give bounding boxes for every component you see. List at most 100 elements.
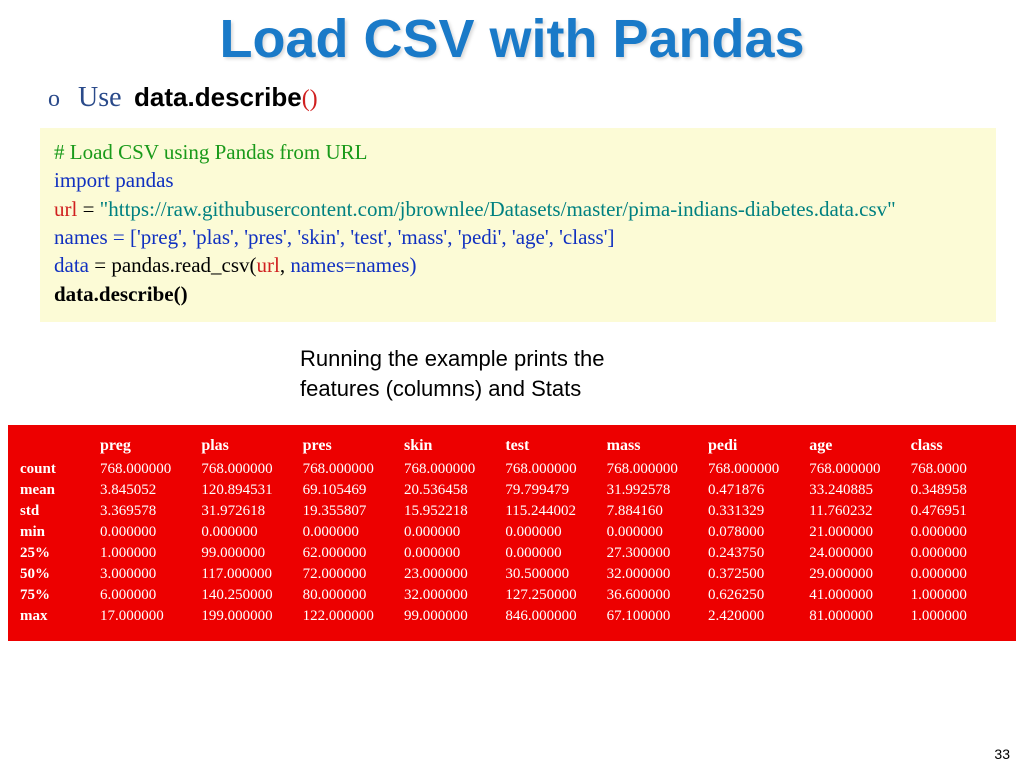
stat-cell: 69.105469 xyxy=(299,480,400,501)
stat-cell: 768.000000 xyxy=(805,459,906,480)
code-comma: , xyxy=(280,253,291,277)
stat-cell: 32.000000 xyxy=(603,564,704,585)
code-import-mod: pandas xyxy=(115,168,173,192)
row-label: 75% xyxy=(16,585,96,606)
stat-cell: 0.471876 xyxy=(704,480,805,501)
bullet-parens: () xyxy=(302,86,318,112)
stat-cell: 0.000000 xyxy=(400,522,501,543)
stat-cell: 768.000000 xyxy=(197,459,298,480)
code-eq1: = xyxy=(77,197,99,221)
table-row: max17.000000199.000000122.00000099.00000… xyxy=(16,606,1008,627)
stat-cell: 27.300000 xyxy=(603,543,704,564)
stat-cell: 0.348958 xyxy=(907,480,1008,501)
stat-cell: 0.078000 xyxy=(704,522,805,543)
code-describe: data.describe() xyxy=(54,282,188,306)
col-header: skin xyxy=(400,435,501,459)
caption-line1: Running the example prints the xyxy=(300,344,1024,374)
stats-table: preg plas pres skin test mass pedi age c… xyxy=(8,425,1016,641)
stat-cell: 2.420000 xyxy=(704,606,805,627)
stat-cell: 15.952218 xyxy=(400,501,501,522)
stat-cell: 81.000000 xyxy=(805,606,906,627)
stat-cell: 0.000000 xyxy=(501,543,602,564)
table-row: std3.36957831.97261819.35580715.95221811… xyxy=(16,501,1008,522)
stat-cell: 0.000000 xyxy=(907,564,1008,585)
stat-cell: 0.000000 xyxy=(197,522,298,543)
code-names-val: = ['preg', 'plas', 'pres', 'skin', 'test… xyxy=(108,225,615,249)
code-read-call: = pandas.read_csv( xyxy=(89,253,257,277)
stat-cell: 0.243750 xyxy=(704,543,805,564)
table-row: count768.000000768.000000768.000000768.0… xyxy=(16,459,1008,480)
stat-cell: 122.000000 xyxy=(299,606,400,627)
table-row: 50%3.000000117.00000072.00000023.0000003… xyxy=(16,564,1008,585)
stat-cell: 1.000000 xyxy=(96,543,197,564)
caption: Running the example prints the features … xyxy=(300,344,1024,403)
stat-cell: 0.000000 xyxy=(907,543,1008,564)
stat-cell: 3.000000 xyxy=(96,564,197,585)
col-header: plas xyxy=(197,435,298,459)
stat-cell: 0.331329 xyxy=(704,501,805,522)
stat-cell: 768.000000 xyxy=(299,459,400,480)
stat-cell: 36.600000 xyxy=(603,585,704,606)
bullet-use-word: Use xyxy=(78,82,122,113)
code-names-var: names xyxy=(54,225,108,249)
stat-cell: 21.000000 xyxy=(805,522,906,543)
stat-cell: 17.000000 xyxy=(96,606,197,627)
stat-cell: 99.000000 xyxy=(197,543,298,564)
stat-cell: 117.000000 xyxy=(197,564,298,585)
stat-cell: 19.355807 xyxy=(299,501,400,522)
stat-cell: 0.476951 xyxy=(907,501,1008,522)
stat-cell: 72.000000 xyxy=(299,564,400,585)
stat-cell: 768.000000 xyxy=(603,459,704,480)
code-import-kw: import xyxy=(54,168,110,192)
row-label: count xyxy=(16,459,96,480)
stat-cell: 768.0000 xyxy=(907,459,1008,480)
stat-cell: 62.000000 xyxy=(299,543,400,564)
stat-cell: 768.000000 xyxy=(501,459,602,480)
code-data-var: data xyxy=(54,253,89,277)
code-url-val: "https://raw.githubusercontent.com/jbrow… xyxy=(100,197,896,221)
stat-cell: 79.799479 xyxy=(501,480,602,501)
stat-cell: 30.500000 xyxy=(501,564,602,585)
col-header: test xyxy=(501,435,602,459)
stat-cell: 24.000000 xyxy=(805,543,906,564)
stat-cell: 41.000000 xyxy=(805,585,906,606)
stat-cell: 32.000000 xyxy=(400,585,501,606)
stat-cell: 120.894531 xyxy=(197,480,298,501)
stat-cell: 3.369578 xyxy=(96,501,197,522)
stat-cell: 80.000000 xyxy=(299,585,400,606)
row-label: 50% xyxy=(16,564,96,585)
col-header: preg xyxy=(96,435,197,459)
stat-cell: 0.000000 xyxy=(907,522,1008,543)
stat-cell: 0.372500 xyxy=(704,564,805,585)
stat-cell: 99.000000 xyxy=(400,606,501,627)
stat-cell: 31.992578 xyxy=(603,480,704,501)
stat-cell: 1.000000 xyxy=(907,606,1008,627)
row-label: 25% xyxy=(16,543,96,564)
bullet-line: o Use data.describe() xyxy=(0,82,1024,114)
stat-cell: 199.000000 xyxy=(197,606,298,627)
col-header: pedi xyxy=(704,435,805,459)
stat-cell: 140.250000 xyxy=(197,585,298,606)
caption-line2: features (columns) and Stats xyxy=(300,374,1024,404)
stat-cell: 0.000000 xyxy=(400,543,501,564)
slide-title: Load CSV with Pandas xyxy=(0,0,1024,70)
stat-cell: 0.000000 xyxy=(603,522,704,543)
bullet-code-text: data.describe xyxy=(134,82,302,112)
stat-cell: 31.972618 xyxy=(197,501,298,522)
stat-cell: 768.000000 xyxy=(400,459,501,480)
row-label: min xyxy=(16,522,96,543)
stats-header-row: preg plas pres skin test mass pedi age c… xyxy=(16,435,1008,459)
stat-cell: 29.000000 xyxy=(805,564,906,585)
table-row: 25%1.00000099.00000062.0000000.0000000.0… xyxy=(16,543,1008,564)
col-header: mass xyxy=(603,435,704,459)
page-number: 33 xyxy=(994,746,1010,762)
stat-cell: 0.000000 xyxy=(299,522,400,543)
stat-cell: 0.000000 xyxy=(96,522,197,543)
row-label: max xyxy=(16,606,96,627)
stat-cell: 33.240885 xyxy=(805,480,906,501)
code-names-arg: names=names) xyxy=(290,253,416,277)
stat-cell: 6.000000 xyxy=(96,585,197,606)
col-header: class xyxy=(907,435,1008,459)
stat-cell: 115.244002 xyxy=(501,501,602,522)
code-url-var: url xyxy=(54,197,77,221)
